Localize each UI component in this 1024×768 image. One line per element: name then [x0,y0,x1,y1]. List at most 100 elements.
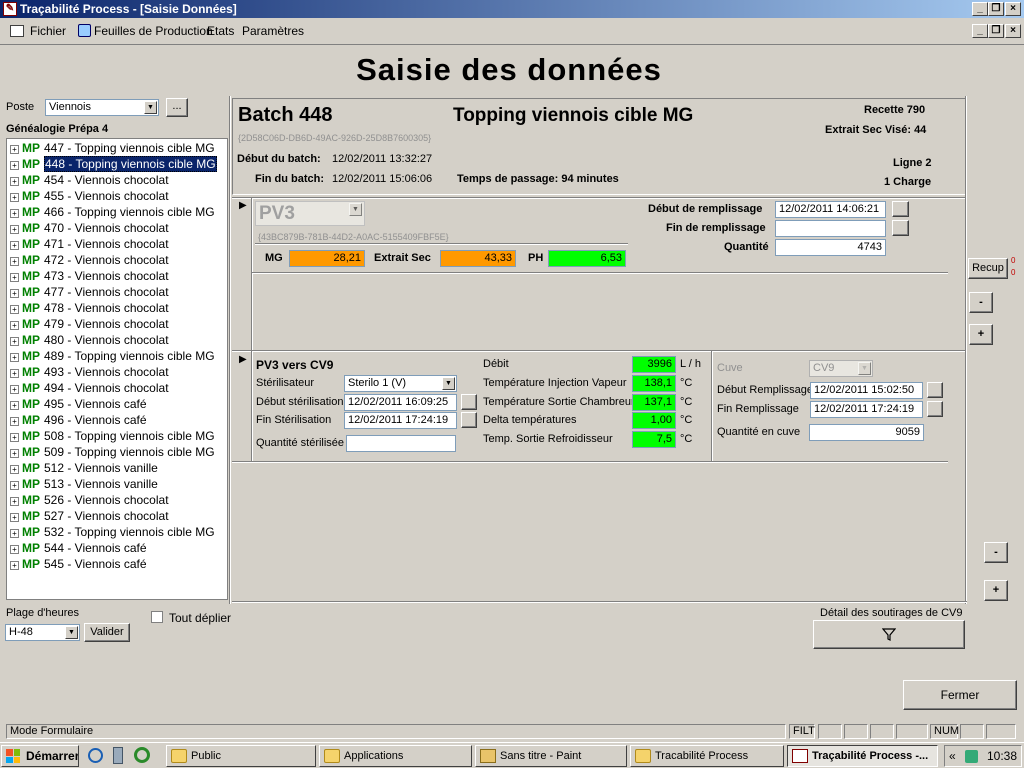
expand-icon[interactable]: + [10,401,19,410]
tree-item[interactable]: + MP 455 - Viennois chocolat [10,188,169,204]
recycle-icon[interactable] [134,747,150,763]
tree-item[interactable]: + MP 472 - Viennois chocolat [10,252,169,268]
ph-field[interactable]: 6,53 [548,250,626,267]
poste-combo[interactable]: Viennois ▼ [45,99,159,116]
debut-remp-cuve-field[interactable]: 12/02/2011 15:02:50 [810,382,923,399]
genealogy-tree[interactable]: + MP 447 - Topping viennois cible MG + MP 448… [6,138,228,600]
task-public[interactable]: Public [166,745,316,767]
fin-remp-cuve-button[interactable] [927,401,943,417]
task-applications[interactable]: Applications [319,745,472,767]
menu-feuilles[interactable]: Feuilles de Production [94,24,213,38]
task-paint[interactable]: Sans titre - Paint [475,745,627,767]
delta-field[interactable]: 1,00 [632,412,676,429]
tree-item[interactable]: + MP 526 - Viennois chocolat [10,492,169,508]
extrait-sec-field[interactable]: 43,33 [440,250,516,267]
chevron-down-icon[interactable]: ▼ [65,626,78,639]
ie-icon[interactable] [88,748,103,763]
menu-etats[interactable]: Etats [207,24,234,38]
debut-remplissage-field[interactable]: 12/02/2011 14:06:21 [775,201,886,218]
expand-icon[interactable]: + [10,529,19,538]
expand-icon[interactable]: + [10,433,19,442]
tree-item[interactable]: + MP 480 - Viennois chocolat [10,332,169,348]
expand-icon[interactable]: + [10,257,19,266]
tree-item[interactable]: + MP 466 - Topping viennois cible MG [10,204,215,220]
task-tracabilite-folder[interactable]: Tracabilité Process [630,745,784,767]
pv-minus-button[interactable]: - [969,292,993,313]
tree-item[interactable]: + MP 479 - Viennois chocolat [10,316,169,332]
expand-icon[interactable]: + [10,417,19,426]
qte-cuve-field[interactable]: 9059 [809,424,924,441]
expand-icon[interactable]: + [10,385,19,394]
t-sortie-field[interactable]: 137,1 [632,394,676,411]
expand-icon[interactable]: + [10,289,19,298]
t-injection-field[interactable]: 138,1 [632,375,676,392]
tree-item[interactable]: + MP 496 - Viennois café [10,412,147,428]
close-button[interactable]: × [1005,2,1021,16]
expand-icon[interactable]: + [10,225,19,234]
tout-deplier-checkbox[interactable] [151,611,163,623]
soutirages-filter-button[interactable] [813,620,965,649]
fin-ster-button[interactable] [461,412,477,428]
debit-field[interactable]: 3996 [632,356,676,373]
fin-remplissage-button[interactable] [892,220,909,236]
tree-item[interactable]: + MP 478 - Viennois chocolat [10,300,169,316]
expand-icon[interactable]: + [10,193,19,202]
t-refr-field[interactable]: 7,5 [632,431,676,448]
minimize-button[interactable]: _ [972,2,988,16]
expand-icon[interactable]: + [10,353,19,362]
start-button[interactable]: Démarrer [1,745,79,767]
expand-icon[interactable]: + [10,545,19,554]
debut-ster-button[interactable] [461,394,477,410]
tree-item[interactable]: + MP 508 - Topping viennois cible MG [10,428,215,444]
expand-icon[interactable]: + [10,209,19,218]
tray-chevron[interactable]: « [949,749,956,763]
task-tracabilite-app[interactable]: Traçabilité Process -... [787,745,938,767]
expand-icon[interactable]: + [10,465,19,474]
pv-plus-button[interactable]: + [969,324,993,345]
desktop-icon[interactable] [113,747,123,764]
chevron-down-icon[interactable]: ▼ [442,377,455,390]
tree-item[interactable]: + MP 493 - Viennois chocolat [10,364,169,380]
mdi-minimize-button[interactable]: _ [972,24,988,38]
recup-button[interactable]: Recup [968,258,1008,279]
record-selector-icon[interactable]: ▶ [239,200,247,211]
mdi-restore-button[interactable]: ❐ [988,24,1004,38]
expand-icon[interactable]: + [10,449,19,458]
tree-item[interactable]: + MP 454 - Viennois chocolat [10,172,169,188]
debut-ster-field[interactable]: 12/02/2011 16:09:25 [344,394,457,411]
fin-remplissage-field[interactable] [775,220,886,237]
menu-parametres[interactable]: Paramètres [242,24,304,38]
tree-item[interactable]: + MP 509 - Topping viennois cible MG [10,444,215,460]
tree-item[interactable]: + MP 447 - Topping viennois cible MG [10,140,215,156]
tray-icon[interactable] [965,750,978,763]
tree-item[interactable]: + MP 473 - Viennois chocolat [10,268,169,284]
maximize-button[interactable]: ❐ [988,2,1004,16]
expand-icon[interactable]: + [10,177,19,186]
transfer-record-selector-icon[interactable]: ▶ [239,354,247,365]
tree-item[interactable]: + MP 471 - Viennois chocolat [10,236,169,252]
transfer-plus-button[interactable]: + [984,580,1008,601]
quantite-field[interactable]: 4743 [775,239,886,256]
tree-item[interactable]: + MP 545 - Viennois café [10,556,147,572]
expand-icon[interactable]: + [10,481,19,490]
mg-field[interactable]: 28,21 [289,250,365,267]
expand-icon[interactable]: + [10,497,19,506]
chevron-down-icon[interactable]: ▼ [858,362,871,375]
menu-fichier[interactable]: Fichier [30,24,66,38]
tree-item[interactable]: + MP 494 - Viennois chocolat [10,380,169,396]
plage-combo[interactable]: H-48 ▼ [5,624,80,641]
cuve-combo[interactable]: CV9 ▼ [809,360,873,377]
tree-item[interactable]: + MP 513 - Viennois vanille [10,476,158,492]
expand-icon[interactable]: + [10,145,19,154]
fin-remp-cuve-field[interactable]: 12/02/2011 17:24:19 [810,401,923,418]
tree-item[interactable]: + MP 527 - Viennois chocolat [10,508,169,524]
tree-item[interactable]: + MP 544 - Viennois café [10,540,147,556]
tree-item[interactable]: + MP 532 - Topping viennois cible MG [10,524,215,540]
expand-icon[interactable]: + [10,161,19,170]
qte-ster-field[interactable] [346,435,456,452]
expand-icon[interactable]: + [10,241,19,250]
fermer-button[interactable]: Fermer [903,680,1017,710]
sterilisateur-combo[interactable]: Sterilo 1 (V) ▼ [344,375,457,392]
debut-remp-cuve-button[interactable] [927,382,943,398]
tree-item[interactable]: + MP 512 - Viennois vanille [10,460,158,476]
